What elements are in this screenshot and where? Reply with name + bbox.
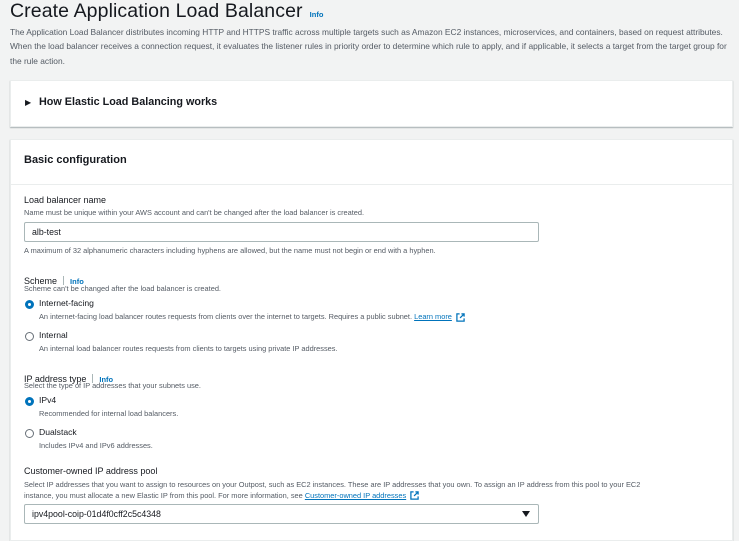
coip-pool-value: ipv4pool-coip-01d4f0cff2c5c4348: [32, 509, 161, 519]
coip-description: Select IP addresses that you want to ass…: [24, 480, 641, 500]
internet-facing-description: An internet-facing load balancer routes …: [39, 312, 465, 323]
dualstack-description: Includes IPv4 and IPv6 addresses.: [39, 441, 153, 450]
internet-facing-label: Internet-facing: [39, 298, 94, 308]
internal-description: An internal load balancer routes request…: [39, 344, 338, 353]
scheme-description: Scheme can't be changed after the load b…: [24, 284, 221, 293]
internet-facing-radio[interactable]: [25, 300, 34, 309]
how-it-works-label: How Elastic Load Balancing works: [39, 96, 218, 108]
dualstack-radio[interactable]: [25, 429, 34, 438]
basic-configuration-header: Basic configuration: [11, 140, 732, 185]
dropdown-caret-icon: [522, 511, 530, 517]
ip-type-description: Select the type of IP addresses that you…: [24, 381, 201, 390]
learn-more-link[interactable]: Learn more: [414, 312, 452, 321]
lb-name-input[interactable]: alb-test: [24, 222, 539, 242]
lb-name-description: Name must be unique within your AWS acco…: [24, 208, 365, 217]
external-link-icon: [456, 312, 465, 322]
ipv4-description: Recommended for internal load balancers.: [39, 409, 179, 418]
coip-pool-select[interactable]: ipv4pool-coip-01d4f0cff2c5c4348: [24, 504, 539, 524]
internal-radio[interactable]: [25, 332, 34, 341]
page-title: Create Application Load Balancer: [10, 0, 303, 22]
internal-label: Internal: [39, 330, 68, 340]
basic-configuration-title: Basic configuration: [24, 154, 127, 166]
coip-docs-link[interactable]: Customer-owned IP addresses: [305, 491, 406, 500]
title-info-link[interactable]: Info: [310, 10, 324, 19]
dualstack-label: Dualstack: [39, 427, 77, 437]
how-it-works-expander[interactable]: ▶ How Elastic Load Balancing works: [25, 96, 217, 108]
how-it-works-panel: ▶ How Elastic Load Balancing works: [10, 80, 733, 127]
lb-name-constraint: A maximum of 32 alphanumeric characters …: [24, 246, 436, 255]
external-link-icon: [410, 491, 419, 500]
page-header: Create Application Load Balancer Info: [10, 0, 323, 22]
lb-name-label: Load balancer name: [24, 195, 107, 205]
basic-configuration-panel: Basic configuration Load balancer name N…: [10, 139, 733, 541]
ipv4-radio[interactable]: [25, 397, 34, 406]
coip-label: Customer-owned IP address pool: [24, 466, 158, 476]
page-description: The Application Load Balancer distribute…: [10, 27, 727, 66]
caret-right-icon: ▶: [25, 97, 32, 107]
ipv4-label: IPv4: [39, 395, 57, 405]
